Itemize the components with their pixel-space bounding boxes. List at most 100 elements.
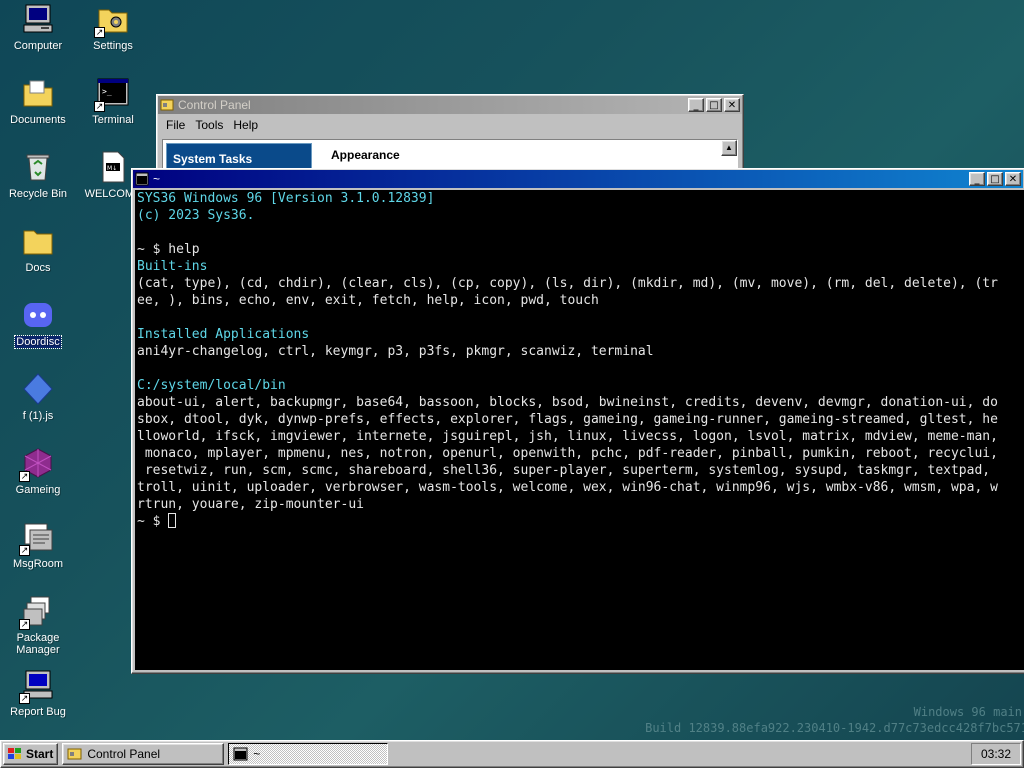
scroll-up-button[interactable]: ▲ xyxy=(721,140,737,156)
desktop-icon-label: Recycle Bin xyxy=(8,188,68,200)
terminal-icon xyxy=(233,747,249,761)
close-button[interactable]: ✕ xyxy=(724,98,740,112)
control-panel-icon xyxy=(67,747,83,761)
desktop-icon-label: Computer xyxy=(13,40,63,52)
maximize-button[interactable]: □ xyxy=(987,172,1003,186)
terminal-line: lloworld, ifsck, imgviewer, internete, j… xyxy=(137,429,998,444)
svg-text:>_: >_ xyxy=(102,87,112,96)
desktop-icon-documents[interactable]: Documents xyxy=(1,76,75,126)
close-button[interactable]: ✕ xyxy=(1005,172,1021,186)
menu-help[interactable]: Help xyxy=(228,118,263,132)
desktop-icon-msgroom[interactable]: ↗ MsgRoom xyxy=(1,520,75,570)
minimize-button[interactable]: _ xyxy=(969,172,985,186)
desktop-icon-label: f (1).js xyxy=(22,410,54,422)
desktop-icon-label: Docs xyxy=(25,262,51,274)
terminal-output[interactable]: SYS36 Windows 96 [Version 3.1.0.12839] (c… xyxy=(135,190,1024,670)
system-tasks-heading: System Tasks xyxy=(173,152,253,166)
start-label: Start xyxy=(26,747,54,761)
desktop-icon-terminal[interactable]: >_ ↗ Terminal xyxy=(76,76,150,126)
desktop-icon-label: Settings xyxy=(93,40,133,52)
desktop-icon-settings[interactable]: ↗ Settings xyxy=(76,2,150,52)
desktop-icon-label: Documents xyxy=(10,114,66,126)
desktop-icon-label: MsgRoom xyxy=(12,558,64,570)
shortcut-arrow-icon: ↗ xyxy=(19,693,30,704)
watermark-line-1: Windows 96 main xyxy=(913,705,1022,719)
recycle-bin-icon xyxy=(21,150,55,184)
terminal-line: troll, uinit, uploader, verbrowser, wasm… xyxy=(137,480,998,495)
shortcut-arrow-icon: ↗ xyxy=(94,27,105,38)
terminal-window: ~ _ □ ✕ SYS36 Windows 96 [Version 3.1.0.… xyxy=(131,168,1024,674)
text-cursor xyxy=(168,513,177,528)
doordisc-icon xyxy=(21,298,55,332)
terminal-line: monaco, mplayer, mpmenu, nes, notron, op… xyxy=(137,446,998,461)
settings-folder-icon: ↗ xyxy=(94,2,130,38)
watermark-line-2: Build 12839.88efa922.230410-1942.d77c73e… xyxy=(645,721,1024,735)
menu-tools[interactable]: Tools xyxy=(190,118,228,132)
computer-icon xyxy=(21,2,55,36)
terminal-icon: >_ ↗ xyxy=(94,76,130,112)
terminal-titlebar[interactable]: ~ _ □ ✕ xyxy=(133,170,1023,188)
package-manager-icon: ↗ xyxy=(19,594,55,630)
desktop-icon-computer[interactable]: Computer xyxy=(1,2,75,52)
desktop-icon-label: Report Bug xyxy=(10,706,66,718)
terminal-line: ~ $ help xyxy=(137,242,200,257)
shortcut-arrow-icon: ↗ xyxy=(94,101,105,112)
terminal-line: SYS36 Windows 96 [Version 3.1.0.12839] xyxy=(137,191,435,206)
clock: 03:32 xyxy=(971,743,1021,765)
terminal-line: ee, ), bins, echo, env, exit, fetch, hel… xyxy=(137,293,599,308)
taskbar-item-label: ~ xyxy=(253,747,261,761)
desktop-icon-recycle-bin[interactable]: Recycle Bin xyxy=(1,150,75,200)
terminal-line: Installed Applications xyxy=(137,327,310,342)
terminal-line: sbox, dtool, dyk, dynwp-prefs, effects, … xyxy=(137,412,998,427)
terminal-line: C:/system/local/bin xyxy=(137,378,286,393)
desktop-icon-label: Gameing xyxy=(15,484,61,496)
terminal-line: about-ui, alert, backupmgr, base64, bass… xyxy=(137,395,998,410)
maximize-button[interactable]: □ xyxy=(706,98,722,112)
terminal-icon xyxy=(135,172,149,186)
taskbar-item-terminal[interactable]: ~ xyxy=(228,743,389,765)
windows-logo-icon xyxy=(7,747,23,761)
menu-file[interactable]: File xyxy=(161,118,190,132)
desktop-icon-label: Terminal xyxy=(92,114,134,126)
folder-icon xyxy=(21,224,55,258)
taskbar-item-control-panel[interactable]: Control Panel xyxy=(62,743,225,765)
js-file-icon xyxy=(21,372,55,406)
desktop: Computer ↗ Settings Documents >_ ↗ Termi… xyxy=(0,0,1024,740)
control-panel-icon xyxy=(160,98,174,112)
appearance-heading: Appearance xyxy=(331,148,400,162)
desktop-icon-gameing[interactable]: ↗ Gameing xyxy=(1,446,75,496)
report-bug-icon: ↗ xyxy=(19,668,55,704)
desktop-icon-label: Package Manager xyxy=(16,632,60,656)
desktop-icon-f-1-js[interactable]: f (1).js xyxy=(1,372,75,422)
gameing-icon: ↗ xyxy=(19,446,55,482)
msgroom-icon: ↗ xyxy=(19,520,55,556)
terminal-title: ~ xyxy=(153,172,161,186)
terminal-line: rtrun, youare, zip-mounter-ui xyxy=(137,497,364,512)
minimize-button[interactable]: _ xyxy=(688,98,704,112)
start-button[interactable]: Start xyxy=(3,743,59,765)
taskbar-item-label: Control Panel xyxy=(87,747,161,761)
markdown-file-icon: M↓ xyxy=(96,150,130,184)
shortcut-arrow-icon: ↗ xyxy=(19,545,30,556)
control-panel-title: Control Panel xyxy=(178,98,251,112)
control-panel-menubar: File Tools Help xyxy=(157,115,743,135)
desktop-icon-report-bug[interactable]: ↗ Report Bug xyxy=(1,668,75,718)
svg-text:M↓: M↓ xyxy=(107,165,117,172)
desktop-icon-label: Doordisc xyxy=(14,335,62,349)
terminal-line: (c) 2023 Sys36. xyxy=(137,208,255,223)
terminal-prompt: ~ $ xyxy=(137,514,169,529)
terminal-line: ani4yr-changelog, ctrl, keymgr, p3, p3fs… xyxy=(137,344,654,359)
terminal-line: resetwiz, run, scm, scmc, shareboard, sh… xyxy=(137,463,991,478)
desktop-icon-package-manager[interactable]: ↗ Package Manager xyxy=(1,594,75,656)
desktop-icon-docs[interactable]: Docs xyxy=(1,224,75,274)
shortcut-arrow-icon: ↗ xyxy=(19,471,30,482)
shortcut-arrow-icon: ↗ xyxy=(19,619,30,630)
desktop-icon-doordisc[interactable]: Doordisc xyxy=(1,298,75,349)
taskbar: Start Control Panel ~ 03:32 xyxy=(0,740,1024,768)
control-panel-titlebar[interactable]: Control Panel _ □ ✕ xyxy=(158,96,742,114)
terminal-line: (cat, type), (cd, chdir), (clear, cls), … xyxy=(137,276,998,291)
terminal-prompt-line[interactable]: ~ $ xyxy=(137,513,1024,530)
